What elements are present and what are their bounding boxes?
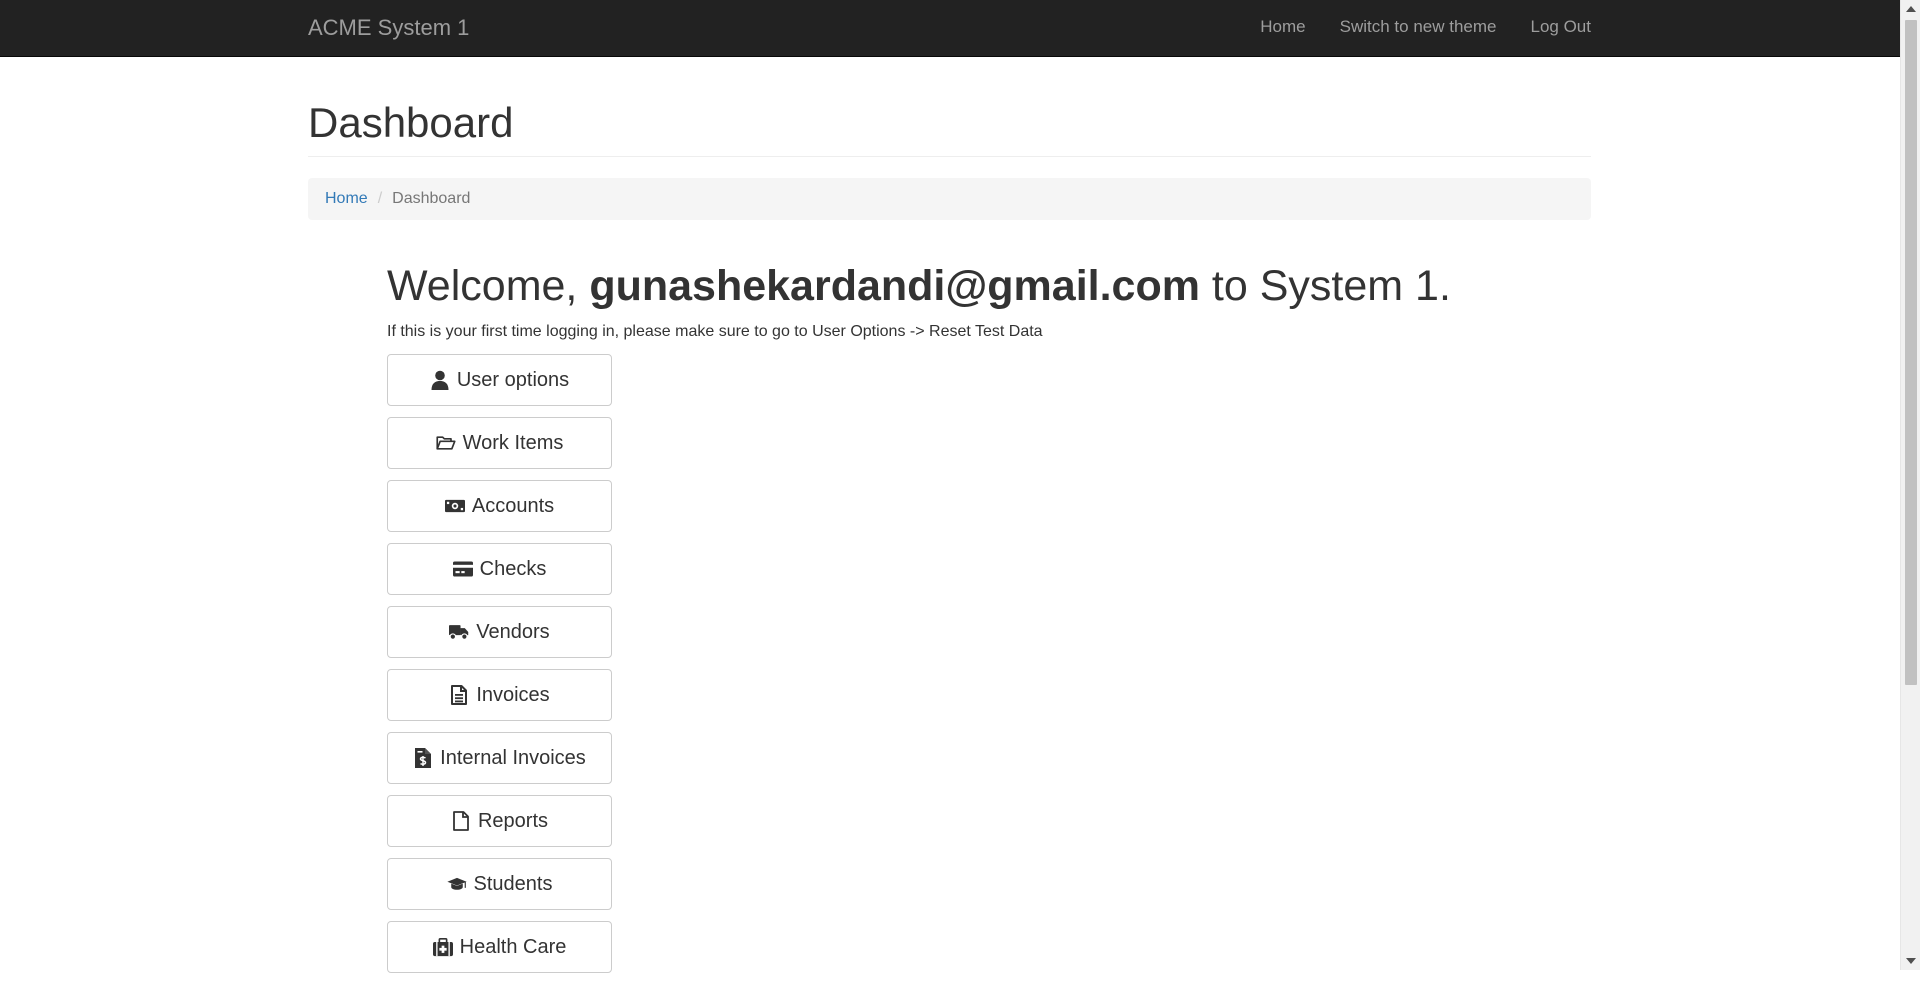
page-title: Dashboard [308, 99, 514, 146]
students-button[interactable]: Students [387, 858, 612, 910]
scroll-up-arrow-icon[interactable] [1906, 6, 1916, 12]
nav-home-link[interactable]: Home [1260, 17, 1305, 37]
breadcrumb-current: Dashboard [392, 190, 471, 207]
scroll-down-arrow-icon[interactable] [1906, 958, 1916, 964]
brand-link[interactable]: ACME System 1 [308, 16, 469, 40]
user-options-label: User options [456, 368, 570, 391]
file-text-icon [449, 685, 469, 705]
scroll-thumb[interactable] [1905, 20, 1917, 685]
top-navbar: ACME System 1 Home Switch to new theme L… [0, 0, 1900, 57]
students-label: Students [473, 872, 553, 895]
internal-invoices-button[interactable]: Internal Invoices [387, 732, 612, 784]
vendors-label: Vendors [476, 620, 550, 643]
folder-open-icon [436, 433, 456, 453]
user-options-button[interactable]: User options [387, 354, 612, 406]
medkit-icon [432, 937, 453, 957]
title-divider [308, 156, 1591, 157]
invoices-label: Invoices [476, 683, 550, 706]
accounts-button[interactable]: Accounts [387, 480, 612, 532]
credit-card-icon [452, 559, 473, 579]
breadcrumb-home-link[interactable]: Home [325, 189, 368, 209]
file-icon [451, 811, 471, 831]
health-care-label: Health Care [459, 935, 567, 958]
dashboard-menu: User options Work Items Accounts Checks … [387, 354, 612, 984]
accounts-label: Accounts [471, 494, 555, 517]
first-login-notice: If this is your first time logging in, p… [387, 323, 1043, 340]
money-bill-icon [444, 496, 465, 516]
welcome-heading: Welcome, gunashekardandi@gmail.com to Sy… [387, 260, 1451, 312]
welcome-prefix: Welcome, [387, 262, 590, 310]
checks-button[interactable]: Checks [387, 543, 612, 595]
checks-label: Checks [479, 557, 547, 580]
file-invoice-dollar-icon [413, 748, 433, 768]
page-scrollbar[interactable] [1900, 0, 1920, 970]
truck-icon [449, 622, 469, 642]
vendors-button[interactable]: Vendors [387, 606, 612, 658]
reports-button[interactable]: Reports [387, 795, 612, 847]
graduation-cap-icon [446, 874, 467, 894]
nav-links: Home Switch to new theme Log Out [1260, 17, 1591, 37]
nav-logout-link[interactable]: Log Out [1531, 17, 1592, 37]
user-icon [430, 370, 450, 390]
internal-invoices-label: Internal Invoices [440, 746, 586, 769]
nav-switch-theme-link[interactable]: Switch to new theme [1340, 17, 1497, 37]
work-items-label: Work Items [462, 431, 564, 454]
health-care-button[interactable]: Health Care [387, 921, 612, 973]
reports-label: Reports [477, 809, 549, 832]
work-items-button[interactable]: Work Items [387, 417, 612, 469]
welcome-user: gunashekardandi@gmail.com [589, 262, 1200, 310]
breadcrumb: Home / Dashboard [308, 178, 1591, 220]
breadcrumb-separator: / [377, 190, 383, 207]
welcome-suffix: to System 1. [1199, 262, 1451, 310]
invoices-button[interactable]: Invoices [387, 669, 612, 721]
